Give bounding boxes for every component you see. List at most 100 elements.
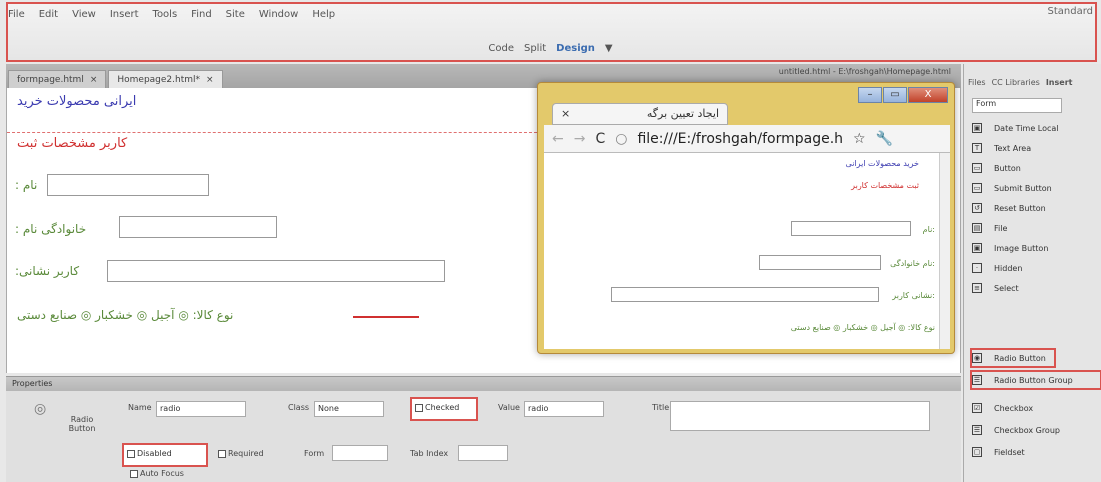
properties-header: Properties [6,377,961,391]
insert-checkbox[interactable]: ☑ Checkbox [972,398,1097,418]
page-icon: ○ [615,130,628,147]
menu-file[interactable]: File [8,9,25,20]
address-bar[interactable]: file:///E:/froshgah/formpage.h [637,131,843,147]
tab-close-icon[interactable]: × [561,107,570,121]
view-switcher: Code Split Design ▼ [0,38,1101,58]
insert-radio-button[interactable]: ◉ Radio Button [970,348,1056,368]
category-select[interactable]: Form [972,98,1062,113]
name-field[interactable] [47,174,209,196]
disabled-checkbox[interactable]: Disabled [122,443,208,467]
autofocus-checkbox[interactable]: Auto Focus [130,469,184,478]
insert-hidden[interactable]: · Hidden [972,258,1097,278]
tab-cc-libraries[interactable]: CC Libraries [992,78,1040,94]
page-name-field[interactable] [791,221,911,236]
image-button-icon: ▣ [972,243,982,253]
form-subtitle: کاربر مشخصات ثبت [17,136,128,151]
checkbox-icon [127,449,135,458]
menu-find[interactable]: Find [191,9,212,20]
address-field[interactable] [107,260,445,282]
workspace-switcher[interactable]: Standard [1048,6,1094,17]
tab-files[interactable]: Files [968,78,986,94]
checked-checkbox[interactable]: Checked [410,397,478,421]
checkbox-group-icon: ☰ [972,425,982,435]
star-icon[interactable]: ☆ [853,131,866,147]
title-prop-label: Title [652,403,670,412]
menu-site[interactable]: Site [226,9,245,20]
design-view-button[interactable]: Design [556,43,595,54]
value-prop-field[interactable]: radio [524,401,604,417]
forward-icon[interactable]: → [574,131,586,147]
browser-toolbar: ← → C ○ file:///E:/froshgah/formpage.h ☆… [544,125,950,153]
back-icon[interactable]: ← [552,131,564,147]
insert-fieldset[interactable]: ▢ Fieldset [972,442,1097,462]
insert-checkbox-group[interactable]: ☰ Checkbox Group [972,420,1097,440]
reset-icon: ↺ [972,203,982,213]
page-address-label: نشانی کاربر: [892,291,935,300]
item-label: Hidden [994,263,1023,273]
wrench-icon[interactable]: 🔧 [876,131,893,147]
date-time-icon: ▣ [972,123,982,133]
browser-tab[interactable]: × ایجاد تعیین برگه [552,103,728,125]
radio-type-icon: ◎ [34,401,47,417]
properties-panel: Properties ◎ Radio Button Name radio Cla… [6,376,961,482]
reload-icon[interactable]: C [595,131,605,147]
insert-reset-button[interactable]: ↺ Reset Button [972,198,1097,218]
minimize-icon[interactable]: – [858,87,882,103]
form-prop-label: Form [304,449,325,458]
window-controls: – ▭ X [858,87,948,103]
menu-bar: File Edit View Insert Tools Find Site Wi… [8,5,335,23]
name-prop-field[interactable]: radio [156,401,246,417]
menu-help[interactable]: Help [312,9,335,20]
red-underline [353,316,419,318]
insert-image-button[interactable]: ▣ Image Button [972,238,1097,258]
item-label: Checkbox Group [994,425,1060,435]
radio-button-icon: ◉ [972,353,982,363]
page-name-label: نام: [922,225,935,234]
insert-text-area[interactable]: T Text Area [972,138,1097,158]
insert-file[interactable]: ▤ File [972,218,1097,238]
view-dropdown-icon[interactable]: ▼ [605,43,613,54]
menu-view[interactable]: View [72,9,96,20]
disabled-label: Disabled [137,449,172,458]
title-prop-field[interactable] [670,401,930,431]
class-select[interactable]: None [314,401,384,417]
menu-edit[interactable]: Edit [39,9,58,20]
checkbox-icon [415,403,423,412]
tabindex-prop-label: Tab Index [410,449,449,458]
select-icon: ≡ [972,283,982,293]
insert-select[interactable]: ≡ Select [972,278,1097,298]
form-select[interactable] [332,445,388,461]
insert-submit-button[interactable]: ▭ Submit Button [972,178,1097,198]
scrollbar[interactable] [939,153,950,349]
item-label: Radio Button Group [994,375,1073,385]
menu-insert[interactable]: Insert [110,9,139,20]
item-label: Reset Button [994,203,1046,213]
checkbox-icon [218,449,226,458]
maximize-icon[interactable]: ▭ [883,87,907,103]
item-label: Select [994,283,1019,293]
autofocus-label: Auto Focus [140,469,184,478]
value-prop-label: Value [498,403,520,412]
tab-insert[interactable]: Insert [1046,78,1073,94]
insert-button[interactable]: ▭ Button [972,158,1097,178]
tab-formpage[interactable]: formpage.html × [8,70,107,88]
menu-window[interactable]: Window [259,9,298,20]
code-view-button[interactable]: Code [488,43,514,54]
page-title: خرید محصولات ایرانی [845,159,919,168]
page-address-field[interactable] [611,287,879,302]
insert-radio-button-group[interactable]: ☰ Radio Button Group [970,370,1101,390]
close-window-icon[interactable]: X [908,87,948,103]
tab-homepage2[interactable]: Homepage2.html* × [108,70,223,88]
close-icon[interactable]: × [206,75,214,85]
family-field[interactable] [119,216,277,238]
name-prop-label: Name [128,403,152,412]
tabindex-field[interactable] [458,445,508,461]
type-label: نوع کالا: ◎ آجیل ◎ خشکبار ◎ صنایع دستی [17,308,234,322]
page-family-field[interactable] [759,255,881,270]
item-label: Text Area [994,143,1032,153]
split-view-button[interactable]: Split [524,43,546,54]
required-checkbox[interactable]: Required [218,449,264,458]
insert-date-time-local[interactable]: ▣ Date Time Local [972,118,1097,138]
menu-tools[interactable]: Tools [153,9,178,20]
close-icon[interactable]: × [90,75,98,85]
